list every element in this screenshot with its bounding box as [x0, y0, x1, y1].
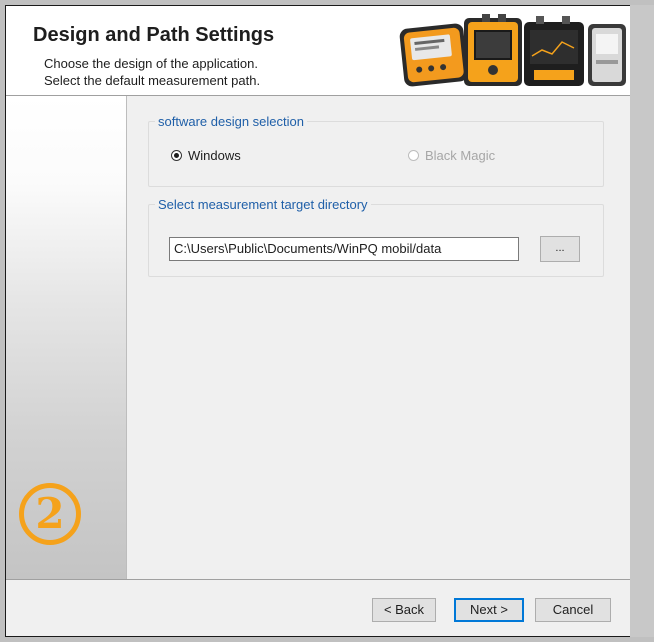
target-directory-legend: Select measurement target directory [158, 197, 368, 212]
black-magic-design-label: Black Magic [425, 148, 496, 163]
browse-button[interactable]: ... [540, 236, 580, 262]
page-subtitle-line2: Select the default measurement path. [44, 73, 261, 88]
cancel-button[interactable]: Cancel [535, 598, 611, 622]
black-magic-design-radio[interactable]: Black Magic [408, 148, 495, 163]
measurement-devices-image [399, 14, 626, 87]
setup-wizard-window: Design and Path Settings Choose the desi… [5, 5, 649, 637]
radio-unchecked-icon [408, 150, 419, 161]
wizard-content: software design selection Windows Black … [127, 96, 636, 579]
target-directory-input[interactable]: C:\Users\Public\Documents/WinPQ mobil/da… [169, 237, 519, 261]
page-title: Design and Path Settings [33, 24, 275, 46]
back-button[interactable]: < Back [372, 598, 436, 622]
page-subtitle-line1: Choose the design of the application. [44, 56, 258, 71]
windows-design-label: Windows [188, 148, 241, 163]
wizard-side-panel: 2 [6, 96, 127, 579]
window-right-edge [630, 5, 654, 637]
step-2-circle-icon: 2 [19, 483, 81, 545]
software-design-legend: software design selection [158, 114, 304, 129]
windows-design-radio[interactable]: Windows [171, 148, 241, 163]
wizard-header: Design and Path Settings Choose the desi… [6, 6, 636, 96]
wizard-footer: < Back Next > Cancel [6, 579, 636, 636]
radio-checked-icon [171, 150, 182, 161]
next-button[interactable]: Next > [454, 598, 524, 622]
